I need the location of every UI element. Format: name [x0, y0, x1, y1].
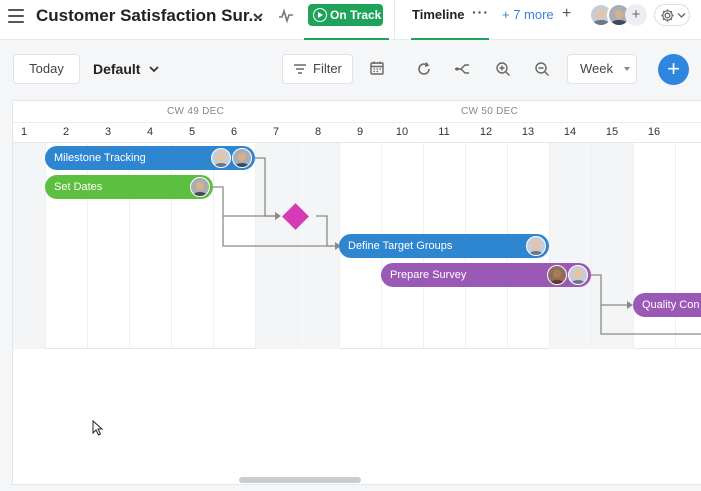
- week-label: CW 49 DEC: [167, 106, 225, 117]
- task-name: Define Target Groups: [348, 240, 453, 252]
- task-name: Quality Con: [642, 299, 700, 311]
- task-bar[interactable]: Milestone Tracking: [45, 146, 255, 170]
- zoom-out-icon[interactable]: [534, 61, 550, 77]
- add-view-button[interactable]: +: [562, 5, 571, 23]
- hamburger-icon[interactable]: [8, 9, 24, 23]
- avatar[interactable]: [568, 265, 588, 285]
- day-label: 3: [104, 126, 112, 138]
- filter-label: Filter: [313, 61, 342, 76]
- status-label: On Track: [330, 8, 382, 22]
- day-label: 16: [647, 126, 661, 138]
- share-icon[interactable]: [454, 61, 470, 77]
- avatar[interactable]: [190, 177, 210, 197]
- task-bar[interactable]: Define Target Groups: [339, 234, 549, 258]
- timeline-panel: CW 49 DEC CW 50 DEC 1 2 3 4 5 6 7 8 9 10…: [12, 100, 701, 485]
- avatar[interactable]: [211, 148, 231, 168]
- task-name: Milestone Tracking: [54, 152, 146, 164]
- refresh-icon[interactable]: [416, 61, 432, 77]
- avatar[interactable]: [547, 265, 567, 285]
- create-task-button[interactable]: +: [658, 54, 689, 85]
- day-label: 15: [605, 126, 619, 138]
- add-member-button[interactable]: +: [625, 4, 647, 26]
- app-root: Customer Satisfaction Sur... On Track Ti…: [0, 0, 701, 491]
- filter-button[interactable]: Filter: [282, 54, 353, 84]
- day-label: 5: [188, 126, 196, 138]
- activity-icon[interactable]: [278, 8, 294, 24]
- day-label: 10: [395, 126, 409, 138]
- week-header: CW 49 DEC CW 50 DEC: [13, 101, 701, 123]
- tab-more-options-icon[interactable]: ···: [472, 4, 489, 20]
- chevron-down-icon: [677, 13, 686, 18]
- gear-icon: [661, 9, 674, 22]
- chevron-down-icon[interactable]: [251, 9, 265, 23]
- day-label: 11: [438, 126, 450, 138]
- day-label: 12: [479, 126, 493, 138]
- timescale-value: Week: [580, 61, 613, 76]
- avatar[interactable]: [526, 236, 546, 256]
- task-bar[interactable]: Quality Con: [633, 293, 701, 317]
- today-button[interactable]: Today: [13, 54, 80, 84]
- timeline-grid[interactable]: Milestone Tracking Set Dates Define Targ…: [13, 143, 701, 349]
- day-label: 2: [62, 126, 70, 138]
- status-underline: [304, 38, 389, 40]
- day-label: 1: [20, 126, 28, 138]
- task-name: Set Dates: [54, 181, 103, 193]
- settings-button[interactable]: [654, 4, 690, 26]
- zoom-in-icon[interactable]: [495, 61, 511, 77]
- day-label: 6: [230, 126, 238, 138]
- project-header: Customer Satisfaction Sur... On Track Ti…: [0, 0, 701, 40]
- day-label: 14: [563, 126, 577, 138]
- tab-timeline[interactable]: Timeline: [412, 7, 465, 22]
- status-badge[interactable]: On Track: [308, 4, 383, 26]
- play-circle-icon: [313, 8, 327, 22]
- tab-more-views[interactable]: + 7 more: [502, 7, 554, 22]
- filter-icon: [294, 64, 306, 74]
- project-title[interactable]: Customer Satisfaction Sur...: [36, 6, 263, 26]
- task-bar[interactable]: Set Dates: [45, 175, 213, 199]
- day-label: 7: [272, 126, 280, 138]
- week-label: CW 50 DEC: [461, 106, 519, 117]
- timescale-select[interactable]: Week: [567, 54, 637, 84]
- chevron-down-icon[interactable]: [148, 64, 160, 74]
- task-bar[interactable]: Prepare Survey: [381, 263, 591, 287]
- day-label: 4: [146, 126, 154, 138]
- mouse-cursor-icon: [92, 420, 104, 436]
- divider: [394, 0, 395, 40]
- horizontal-scrollbar[interactable]: [239, 477, 361, 483]
- active-tab-indicator: [411, 38, 489, 40]
- calendar-icon[interactable]: [369, 60, 385, 76]
- day-label: 8: [314, 126, 322, 138]
- day-label: 13: [521, 126, 535, 138]
- day-header: 1 2 3 4 5 6 7 8 9 10 11 12 13 14 15 16: [13, 123, 701, 143]
- view-select[interactable]: Default: [93, 61, 140, 77]
- day-label: 9: [356, 126, 364, 138]
- avatar[interactable]: [232, 148, 252, 168]
- task-name: Prepare Survey: [390, 269, 467, 281]
- caret-down-icon: [624, 67, 630, 71]
- timeline-toolbar: Today Default Filter Week +: [0, 41, 701, 95]
